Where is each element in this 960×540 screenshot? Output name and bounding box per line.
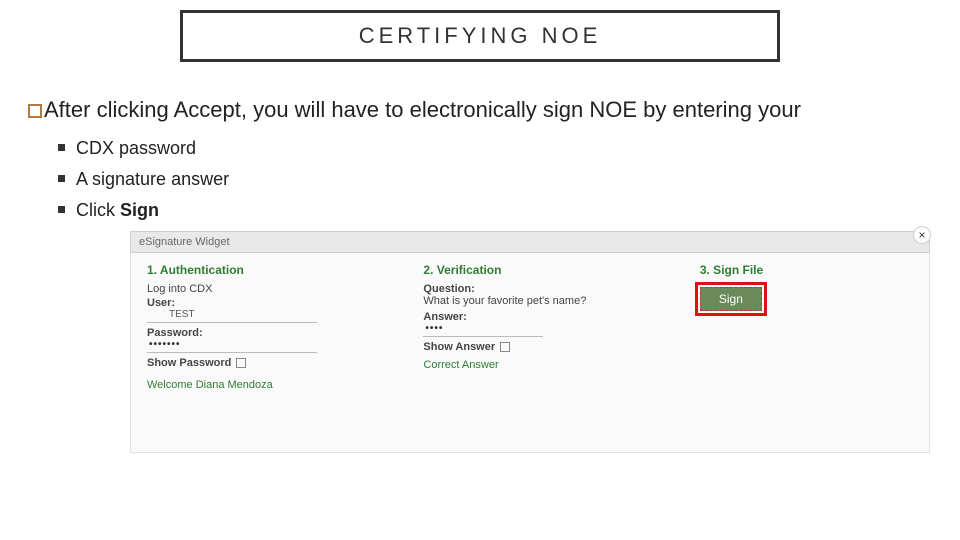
sign-button[interactable]: Sign: [700, 287, 762, 311]
show-answer-checkbox[interactable]: [500, 342, 510, 352]
bullet-click-sign-pre: Click: [76, 200, 120, 220]
login-cdx-text: Log into CDX: [147, 283, 413, 295]
welcome-text: Welcome Diana Mendoza: [147, 379, 413, 391]
verify-column: 2. Verification Question: What is your f…: [423, 263, 689, 446]
close-icon[interactable]: ×: [913, 226, 931, 244]
password-label: Password:: [147, 327, 413, 339]
show-password-label: Show Password: [147, 357, 231, 369]
bullet-cdx-password: CDX password: [58, 138, 960, 159]
auth-column: 1. Authentication Log into CDX User: TES…: [147, 263, 413, 446]
bullet-click-sign-bold: Sign: [120, 200, 159, 220]
sign-heading: 3. Sign File: [700, 263, 913, 277]
bullet-signature-answer: A signature answer: [58, 169, 960, 190]
answer-label: Answer:: [423, 311, 689, 323]
bullet-square-icon: [28, 104, 42, 118]
sub-bullet-list: CDX password A signature answer Click Si…: [58, 138, 960, 221]
esignature-widget-screenshot: eSignature Widget × 1. Authentication Lo…: [130, 231, 930, 453]
show-password-checkbox[interactable]: [236, 358, 246, 368]
widget-body: 1. Authentication Log into CDX User: TES…: [130, 253, 930, 453]
bullet-click-sign: Click Sign: [58, 200, 960, 221]
answer-field[interactable]: ••••: [423, 323, 543, 337]
user-field[interactable]: TEST: [147, 309, 317, 323]
auth-heading: 1. Authentication: [147, 263, 413, 277]
verify-heading: 2. Verification: [423, 263, 689, 277]
correct-answer-text: Correct Answer: [423, 359, 689, 371]
question-text: What is your favorite pet's name?: [423, 295, 689, 307]
page-title: CERTIFYING NOE: [180, 10, 780, 62]
password-field[interactable]: •••••••: [147, 339, 317, 353]
show-answer-line: Show Answer: [423, 341, 689, 353]
show-password-line: Show Password: [147, 357, 413, 369]
show-answer-label: Show Answer: [423, 341, 495, 353]
intro-line: After clicking Accept, you will have to …: [28, 96, 960, 124]
sign-column: 3. Sign File Sign: [700, 263, 913, 446]
question-label: Question:: [423, 283, 689, 295]
widget-titlebar: eSignature Widget ×: [130, 231, 930, 253]
user-label: User:: [147, 297, 413, 309]
widget-title: eSignature Widget: [139, 236, 230, 248]
intro-text: After clicking Accept, you will have to …: [44, 97, 801, 122]
